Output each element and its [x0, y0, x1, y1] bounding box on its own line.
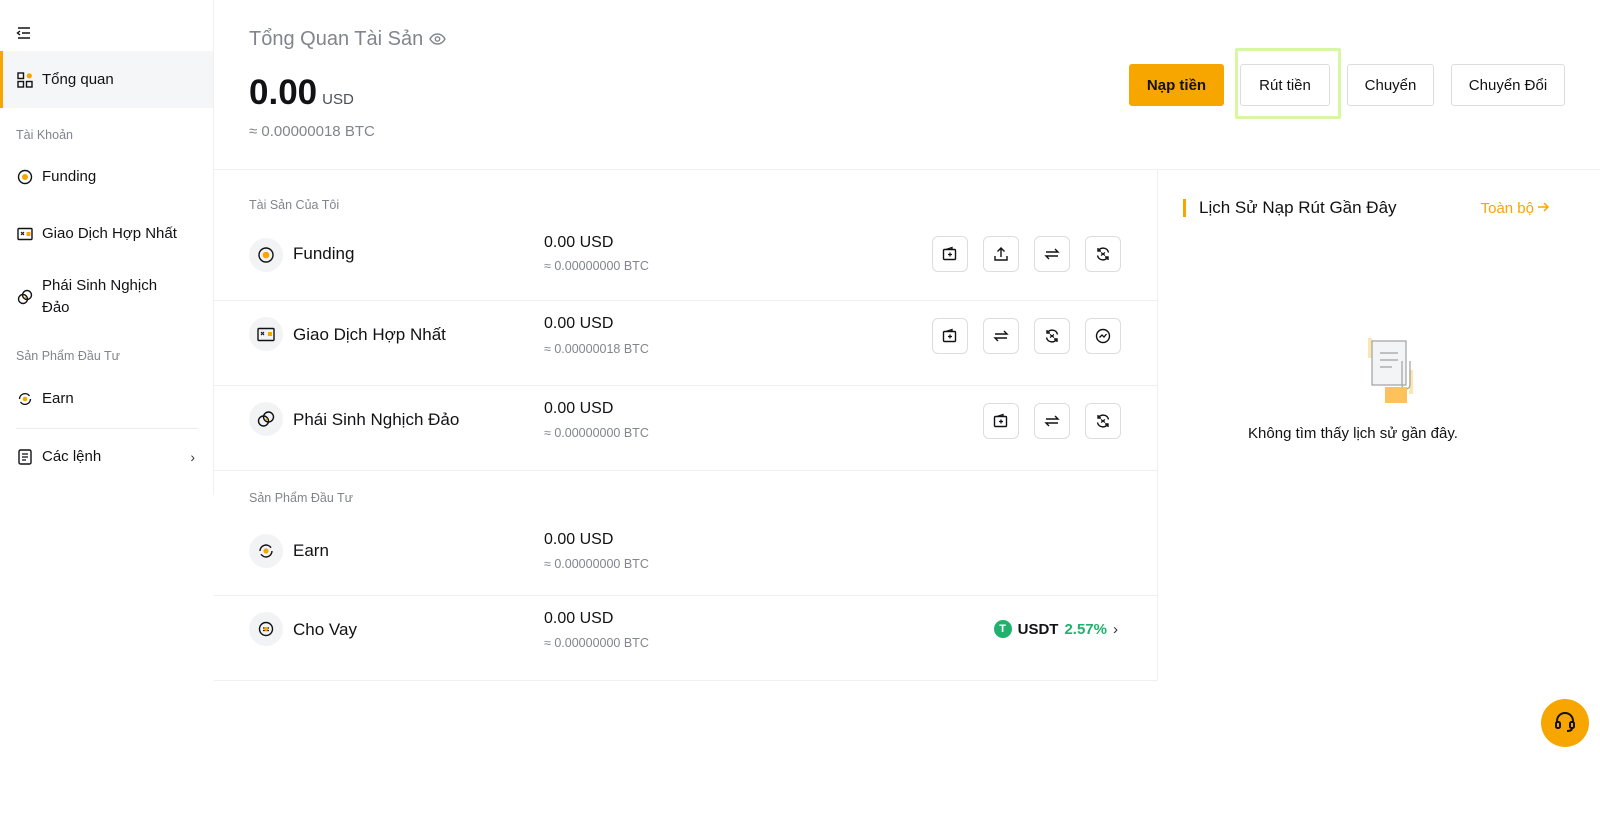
sidebar-item-label-line2: Đảo	[42, 299, 70, 316]
account-value-btc: ≈ 0.00000000 BTC	[544, 557, 649, 571]
sidebar-group-account: Tài Khoản	[16, 128, 73, 142]
chevron-right-icon: ›	[1113, 620, 1118, 638]
wallet-card-icon	[249, 317, 283, 351]
account-value: 0.00 USD	[544, 315, 614, 332]
transfer-button[interactable]: Chuyển	[1347, 64, 1434, 106]
convert-cycle-icon[interactable]	[1085, 236, 1121, 272]
view-all-label: Toàn bộ	[1480, 200, 1534, 217]
loan-apr: 2.57%	[1064, 620, 1107, 638]
page-title-text: Tổng Quan Tài Sản	[249, 28, 424, 50]
deposit-icon[interactable]	[983, 403, 1019, 439]
convert-cycle-icon[interactable]	[1034, 318, 1070, 354]
sidebar-item-label: Tổng quan	[42, 70, 114, 88]
trend-chart-icon[interactable]	[1085, 318, 1121, 354]
earn-cycle-icon	[249, 534, 283, 568]
sidebar-item-unified[interactable]: Giao Dịch Hợp Nhất	[0, 223, 213, 245]
account-value: 0.00 USD	[544, 400, 614, 417]
section-my-assets: Tài Sản Của Tôi	[249, 198, 340, 212]
sidebar-group-invest: Sản Phẩm Đầu Tư	[16, 349, 121, 363]
sidebar-item-funding[interactable]: Funding	[0, 166, 213, 188]
loan-coin-icon	[249, 612, 283, 646]
deposit-icon[interactable]	[932, 318, 968, 354]
swap-arrows-icon[interactable]	[1034, 403, 1070, 439]
loan-rate-link[interactable]: T USDT 2.57% ›	[993, 620, 1118, 638]
linked-circles-icon	[249, 402, 283, 436]
usdt-coin-icon: T	[993, 620, 1012, 638]
account-value-btc: ≈ 0.00000000 BTC	[544, 426, 649, 440]
account-name: Cho Vay	[293, 620, 357, 639]
account-value-btc: ≈ 0.00000000 BTC	[544, 259, 649, 273]
title-accent-bar	[1183, 199, 1186, 217]
page-title: Tổng Quan Tài Sản	[249, 28, 447, 51]
loan-coin-symbol: USDT	[1017, 620, 1059, 638]
sidebar-item-label: Phái Sinh Nghịch Đảo	[42, 275, 157, 319]
table-row[interactable]: Funding 0.00 USD ≈ 0.00000000 BTC	[214, 216, 1158, 301]
collapse-menu-icon[interactable]	[16, 26, 34, 42]
sidebar-item-overview[interactable]: Tổng quan	[0, 51, 213, 108]
sidebar-item-inverse[interactable]: Phái Sinh Nghịch Đảo	[0, 274, 213, 320]
earn-cycle-icon	[16, 390, 34, 408]
table-row[interactable]: Phái Sinh Nghịch Đảo 0.00 USD ≈ 0.000000…	[214, 386, 1158, 471]
app-root: Tổng quan Tài Khoản Funding Giao Dịch Hợ…	[0, 0, 1600, 813]
upload-icon[interactable]	[983, 236, 1019, 272]
section-invest-products: Sản Phẩm Đầu Tư	[249, 491, 354, 505]
panel-title: Lịch Sử Nạp Rút Gần Đây	[1183, 198, 1397, 218]
account-value-btc: ≈ 0.00000018 BTC	[544, 342, 649, 356]
deposit-icon[interactable]	[932, 236, 968, 272]
account-value: 0.00 USD	[544, 610, 614, 627]
total-balance-btc: ≈ 0.00000018 BTC	[249, 123, 375, 140]
total-balance-unit: USD	[322, 91, 354, 108]
sidebar-item-label: Các lệnh	[42, 448, 102, 465]
deposit-button[interactable]: Nạp tiền	[1129, 64, 1224, 106]
asset-list: Tài Sản Của Tôi Funding 0.00 USD ≈ 0.000…	[214, 170, 1158, 681]
empty-document-illustration	[1340, 335, 1420, 415]
table-row[interactable]: Giao Dịch Hợp Nhất 0.00 USD ≈ 0.00000018…	[214, 301, 1158, 386]
sidebar-item-earn[interactable]: Earn	[0, 388, 213, 410]
headset-icon	[1553, 709, 1577, 738]
chevron-right-icon: ›	[190, 449, 195, 465]
sidebar-item-orders[interactable]: Các lệnh ›	[0, 446, 213, 468]
account-name: Giao Dịch Hợp Nhất	[293, 325, 446, 344]
coin-icon	[16, 168, 34, 186]
withdraw-button[interactable]: Rút tiền	[1240, 64, 1330, 106]
total-balance: 0.00 USD	[249, 73, 354, 113]
table-row[interactable]: Earn 0.00 USD ≈ 0.00000000 BTC	[214, 511, 1158, 596]
sidebar: Tổng quan Tài Khoản Funding Giao Dịch Hợ…	[0, 0, 214, 495]
recent-history-panel: Lịch Sử Nạp Rút Gần Đây Toàn bộ Không tì…	[1158, 170, 1600, 730]
account-value-btc: ≈ 0.00000000 BTC	[544, 636, 649, 650]
account-name: Earn	[293, 541, 329, 560]
convert-cycle-icon[interactable]	[1085, 403, 1121, 439]
sidebar-item-label: Funding	[42, 168, 97, 185]
document-list-icon	[16, 448, 34, 466]
support-chat-button[interactable]	[1541, 699, 1589, 747]
account-name: Funding	[293, 244, 355, 263]
arrow-right-icon	[1537, 200, 1550, 217]
linked-circles-icon	[16, 288, 34, 306]
empty-history-message: Không tìm thấy lịch sử gần đây.	[1248, 425, 1458, 442]
view-all-link[interactable]: Toàn bộ	[1481, 200, 1550, 217]
swap-arrows-icon[interactable]	[1034, 236, 1070, 272]
sidebar-divider	[16, 428, 198, 429]
sidebar-item-label-line1: Phái Sinh Nghịch	[42, 277, 158, 294]
swap-arrows-icon[interactable]	[983, 318, 1019, 354]
convert-button[interactable]: Chuyển Đổi	[1451, 64, 1565, 106]
account-value: 0.00 USD	[544, 234, 614, 251]
account-name: Phái Sinh Nghịch Đảo	[293, 410, 460, 429]
total-balance-value: 0.00	[249, 73, 318, 112]
account-value: 0.00 USD	[544, 531, 614, 548]
panel-title-text: Lịch Sử Nạp Rút Gần Đây	[1199, 198, 1397, 217]
wallet-card-icon	[16, 225, 34, 243]
sidebar-item-label: Earn	[42, 390, 74, 407]
sidebar-item-label: Giao Dịch Hợp Nhất	[42, 225, 177, 242]
eye-icon[interactable]	[429, 28, 447, 51]
table-row[interactable]: Cho Vay 0.00 USD ≈ 0.00000000 BTC T USDT…	[214, 596, 1158, 681]
coin-icon	[249, 238, 283, 272]
dashboard-grid-icon	[16, 71, 34, 89]
